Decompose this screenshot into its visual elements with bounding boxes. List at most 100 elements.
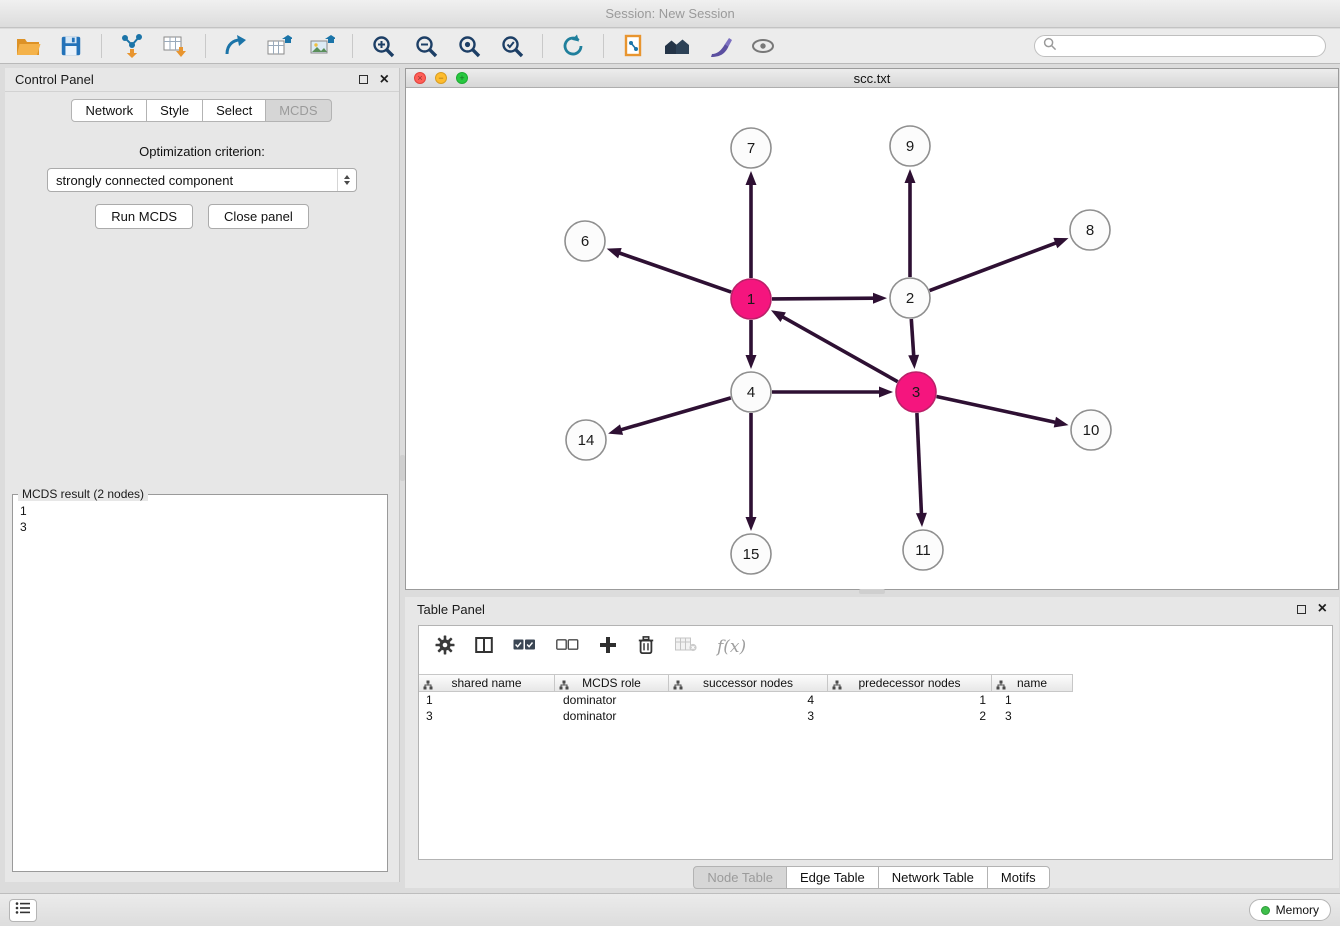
- column-header-mcds-role[interactable]: MCDS role: [554, 674, 669, 692]
- column-header-predecessor-nodes[interactable]: predecessor nodes: [827, 674, 992, 692]
- column-header-successor-nodes[interactable]: successor nodes: [668, 674, 828, 692]
- save-session-button[interactable]: [53, 32, 89, 60]
- style-paint-button[interactable]: [702, 32, 738, 60]
- graph-node-3[interactable]: 3: [896, 372, 936, 412]
- graph-edge-3-1[interactable]: [782, 316, 898, 382]
- open-session-button[interactable]: [10, 32, 46, 60]
- mcds-result-list[interactable]: 1 3: [13, 495, 387, 543]
- graph-node-11[interactable]: 11: [903, 530, 943, 570]
- vertical-splitter-handle[interactable]: [400, 455, 405, 481]
- apply-layout-button[interactable]: [555, 32, 591, 60]
- graph-node-4[interactable]: 4: [731, 372, 771, 412]
- table-settings-button[interactable]: [435, 635, 455, 660]
- zoom-in-button[interactable]: [365, 32, 401, 60]
- memory-button[interactable]: Memory: [1249, 899, 1331, 921]
- import-network-button[interactable]: [114, 32, 150, 60]
- graph-edge-3-11[interactable]: [917, 413, 922, 515]
- graph-node-8[interactable]: 8: [1070, 210, 1110, 250]
- graph-node-6[interactable]: 6: [565, 221, 605, 261]
- tab-node-table[interactable]: Node Table: [693, 866, 787, 889]
- minimize-window-button[interactable]: −: [435, 72, 447, 84]
- cell-name: 3: [996, 709, 1078, 723]
- export-table-icon: [266, 33, 292, 59]
- show-columns-button[interactable]: [475, 636, 493, 659]
- graph-edge-2-8[interactable]: [930, 242, 1058, 290]
- cell-shared-name: 1: [419, 693, 556, 707]
- tab-motifs[interactable]: Motifs: [987, 866, 1050, 889]
- close-panel-button[interactable]: Close panel: [208, 204, 309, 229]
- network-from-selection-button[interactable]: [616, 32, 652, 60]
- toolbar-separator: [205, 34, 206, 58]
- deselect-all-rows-button[interactable]: [556, 638, 579, 656]
- graph-edge-3-10[interactable]: [937, 397, 1057, 423]
- graph-node-label: 11: [915, 542, 931, 559]
- graph-node-15[interactable]: 15: [731, 534, 771, 574]
- graph-node-label: 10: [1083, 422, 1100, 439]
- cell-name: 1: [996, 693, 1078, 707]
- toolbar-separator: [101, 34, 102, 58]
- zoom-out-button[interactable]: [408, 32, 444, 60]
- graph-arrowhead: [1054, 417, 1069, 428]
- network-graph-svg[interactable]: 7 9 6 8 1 2 4 3 14 10 15 11: [406, 89, 1338, 589]
- criterion-select[interactable]: strongly connected component: [47, 168, 357, 192]
- float-table-panel-icon[interactable]: [1297, 605, 1306, 614]
- graph-arrowhead: [879, 387, 893, 398]
- create-column-button[interactable]: [599, 636, 617, 659]
- select-all-rows-button[interactable]: [513, 638, 536, 656]
- import-table-button[interactable]: [157, 32, 193, 60]
- graph-node-label: 7: [747, 140, 755, 157]
- graph-node-9[interactable]: 9: [890, 126, 930, 166]
- graph-node-2[interactable]: 2: [890, 278, 930, 318]
- table-row[interactable]: 1 dominator 4 1 1: [419, 692, 1332, 708]
- graph-node-10[interactable]: 10: [1071, 410, 1111, 450]
- table-header-row: shared name MCDS role successor nodes pr…: [419, 674, 1332, 692]
- tab-network-table[interactable]: Network Table: [878, 866, 988, 889]
- function-builder-button[interactable]: f(x): [717, 637, 746, 657]
- tab-select[interactable]: Select: [202, 99, 266, 122]
- graph-edge-4-14[interactable]: [620, 398, 731, 430]
- network-window-titlebar[interactable]: × − + scc.txt: [406, 69, 1338, 88]
- result-line: 1: [20, 503, 380, 519]
- zoom-selected-button[interactable]: [494, 32, 530, 60]
- zoom-selected-icon: [500, 34, 525, 59]
- home-button[interactable]: [659, 32, 695, 60]
- task-history-button[interactable]: [9, 899, 37, 922]
- memory-status-dot: [1261, 906, 1270, 915]
- eye-icon: [750, 33, 776, 59]
- graph-node-1[interactable]: 1: [731, 279, 771, 319]
- search-input[interactable]: [1063, 39, 1317, 53]
- tab-edge-table[interactable]: Edge Table: [786, 866, 879, 889]
- tab-network[interactable]: Network: [71, 99, 147, 122]
- search-box: [1034, 35, 1326, 57]
- network-view-window: × − + scc.txt 7 9 6 8 1 2 4 3 14 10 15 11: [405, 68, 1339, 590]
- close-window-button[interactable]: ×: [414, 72, 426, 84]
- export-network-button[interactable]: [218, 32, 254, 60]
- run-mcds-button[interactable]: Run MCDS: [95, 204, 193, 229]
- tab-style[interactable]: Style: [146, 99, 203, 122]
- delete-column-button[interactable]: [637, 635, 655, 660]
- table-row[interactable]: 3 dominator 3 2 3: [419, 708, 1332, 724]
- import-network-icon: [119, 33, 145, 59]
- float-panel-icon[interactable]: [359, 75, 368, 84]
- export-image-button[interactable]: [304, 32, 340, 60]
- close-panel-icon[interactable]: ×: [380, 72, 389, 88]
- horizontal-splitter-handle[interactable]: [859, 589, 885, 594]
- graph-node-14[interactable]: 14: [566, 420, 606, 460]
- column-header-name[interactable]: name: [991, 674, 1073, 692]
- graph-node-label: 1: [747, 291, 755, 308]
- column-header-shared-name[interactable]: shared name: [418, 674, 555, 692]
- graph-edge-1-6[interactable]: [618, 253, 731, 293]
- tab-mcds[interactable]: MCDS: [265, 99, 331, 122]
- graph-node-7[interactable]: 7: [731, 128, 771, 168]
- zoom-fit-button[interactable]: [451, 32, 487, 60]
- show-graphics-details-button[interactable]: [745, 32, 781, 60]
- close-table-panel-icon[interactable]: ×: [1318, 601, 1327, 617]
- export-table-button[interactable]: [261, 32, 297, 60]
- graph-edge-2-3[interactable]: [911, 319, 914, 357]
- title-bar: Session: New Session: [0, 0, 1340, 28]
- column-label: MCDS role: [582, 676, 641, 690]
- graph-edge-1-2[interactable]: [772, 298, 875, 299]
- network-canvas[interactable]: 7 9 6 8 1 2 4 3 14 10 15 11: [406, 89, 1338, 589]
- toolbar-separator: [352, 34, 353, 58]
- zoom-window-button[interactable]: +: [456, 72, 468, 84]
